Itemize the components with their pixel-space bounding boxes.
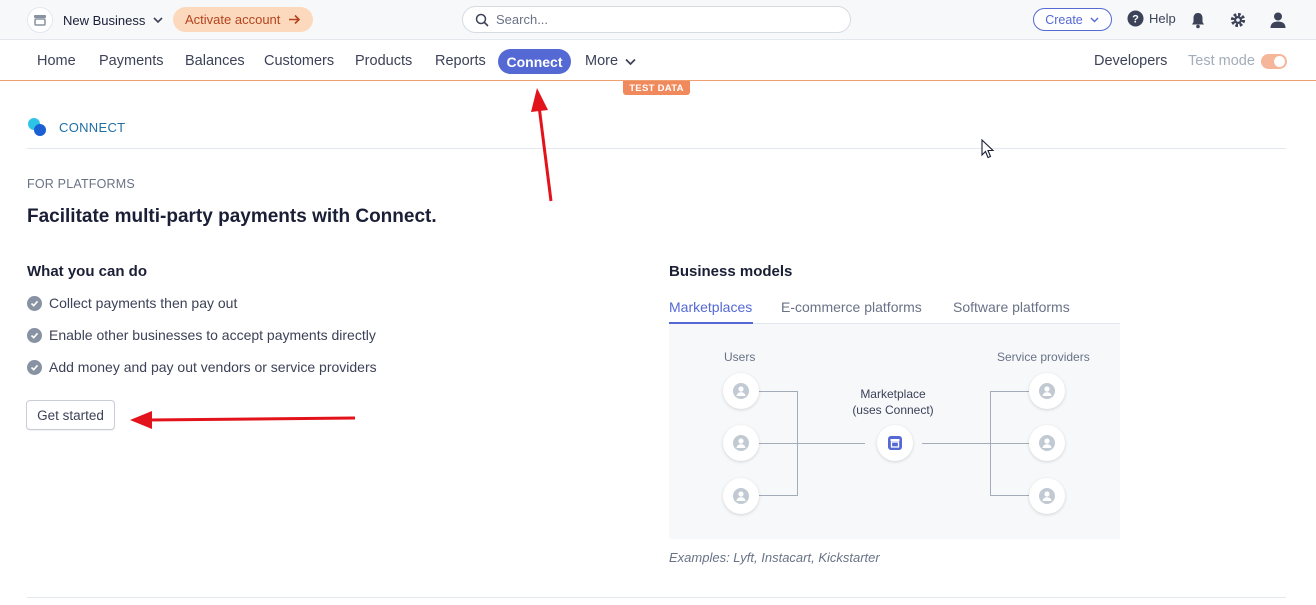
marketplace-label: Marketplace (uses Connect) [847, 386, 939, 418]
activate-account-label: Activate account [185, 12, 281, 27]
settings-gear-icon[interactable] [1228, 10, 1248, 30]
feature-item: Add money and pay out vendors or service… [27, 359, 377, 375]
check-circle-icon [27, 327, 42, 343]
business-models-heading: Business models [669, 263, 793, 280]
chevron-down-icon [1090, 17, 1099, 23]
divider [27, 597, 1286, 598]
nav-item-payments[interactable]: Payments [99, 53, 163, 69]
connector-line [922, 443, 1029, 444]
tab-marketplaces[interactable]: Marketplaces [669, 299, 752, 315]
provider-avatar-icon [1029, 478, 1065, 514]
red-arrow-annotation [531, 88, 553, 202]
connector-line [759, 391, 797, 392]
eyebrow-label: FOR PLATFORMS [27, 177, 135, 191]
marketplace-store-icon [877, 425, 913, 461]
connector-line [759, 443, 865, 444]
examples-text: Examples: Lyft, Instacart, Kickstarter [669, 550, 880, 565]
connect-section-header: CONNECT [27, 117, 125, 137]
red-arrow-annotation [130, 411, 356, 429]
tab-ecommerce-platforms[interactable]: E-commerce platforms [781, 299, 922, 315]
activate-account-button[interactable]: Activate account [173, 7, 314, 32]
test-data-badge: TEST DATA [623, 81, 690, 95]
svg-text:?: ? [1132, 14, 1139, 26]
marketplace-label-line1: Marketplace [860, 387, 926, 401]
nav-item-balances[interactable]: Balances [185, 53, 245, 69]
help-label: Help [1149, 11, 1176, 26]
search-placeholder: Search... [496, 12, 549, 27]
chevron-down-icon [625, 58, 636, 65]
service-providers-label: Service providers [997, 350, 1090, 364]
mouse-cursor-icon [981, 139, 995, 159]
feature-text: Add money and pay out vendors or service… [49, 359, 377, 375]
developers-link[interactable]: Developers [1094, 53, 1167, 69]
connector-line [990, 391, 991, 496]
feature-item: Enable other businesses to accept paymen… [27, 327, 376, 343]
user-avatar-icon [723, 478, 759, 514]
business-switcher[interactable]: New Business [27, 7, 165, 33]
toggle-knob [1274, 56, 1285, 67]
nav-item-customers[interactable]: Customers [264, 53, 334, 69]
nav-item-more[interactable]: More [585, 53, 637, 69]
store-icon [27, 7, 53, 33]
notifications-bell-icon[interactable] [1188, 10, 1208, 30]
connect-logo-icon [28, 118, 46, 136]
main-nav: Home Payments Balances Customers Product… [0, 41, 1316, 81]
chevron-down-icon [153, 17, 163, 24]
business-name: New Business [63, 12, 146, 28]
connector-line [759, 495, 797, 496]
nav-item-reports[interactable]: Reports [435, 53, 486, 69]
top-bar: New Business Activate account Search... … [0, 0, 1316, 40]
arrow-right-icon [289, 14, 301, 25]
connector-line [990, 391, 1029, 392]
provider-avatar-icon [1029, 373, 1065, 409]
connect-section-label: CONNECT [59, 119, 126, 135]
feature-item: Collect payments then pay out [27, 295, 237, 311]
help-button[interactable]: ? Help [1127, 10, 1176, 27]
nav-item-connect[interactable]: Connect [498, 49, 571, 74]
connector-line [797, 391, 798, 496]
feature-text: Enable other businesses to accept paymen… [49, 327, 376, 343]
page-title: Facilitate multi-party payments with Con… [27, 206, 437, 227]
get-started-button[interactable]: Get started [26, 400, 115, 430]
user-avatar-icon [723, 373, 759, 409]
account-user-icon[interactable] [1268, 10, 1288, 30]
provider-avatar-icon [1029, 425, 1065, 461]
test-mode-label: Test mode [1188, 53, 1255, 69]
users-label: Users [724, 350, 756, 364]
check-circle-icon [27, 295, 42, 311]
test-mode-toggle[interactable] [1261, 54, 1287, 69]
user-avatar-icon [723, 425, 759, 461]
search-input[interactable]: Search... [462, 6, 851, 33]
nav-item-home[interactable]: Home [37, 53, 76, 69]
tab-software-platforms[interactable]: Software platforms [953, 299, 1070, 315]
divider [27, 148, 1286, 149]
nav-item-products[interactable]: Products [355, 53, 412, 69]
search-icon [475, 13, 489, 27]
marketplace-label-line2: (uses Connect) [852, 403, 934, 417]
check-circle-icon [27, 359, 42, 375]
nav-connect-label: Connect [506, 53, 563, 70]
what-you-can-do-heading: What you can do [27, 263, 147, 280]
marketplace-diagram: Users Service providers Marketplace (use… [669, 324, 1120, 539]
create-label: Create [1045, 12, 1083, 27]
more-label: More [585, 53, 619, 69]
feature-text: Collect payments then pay out [49, 295, 238, 311]
connector-line [990, 495, 1029, 496]
help-icon: ? [1127, 10, 1144, 27]
create-button[interactable]: Create [1033, 8, 1112, 31]
